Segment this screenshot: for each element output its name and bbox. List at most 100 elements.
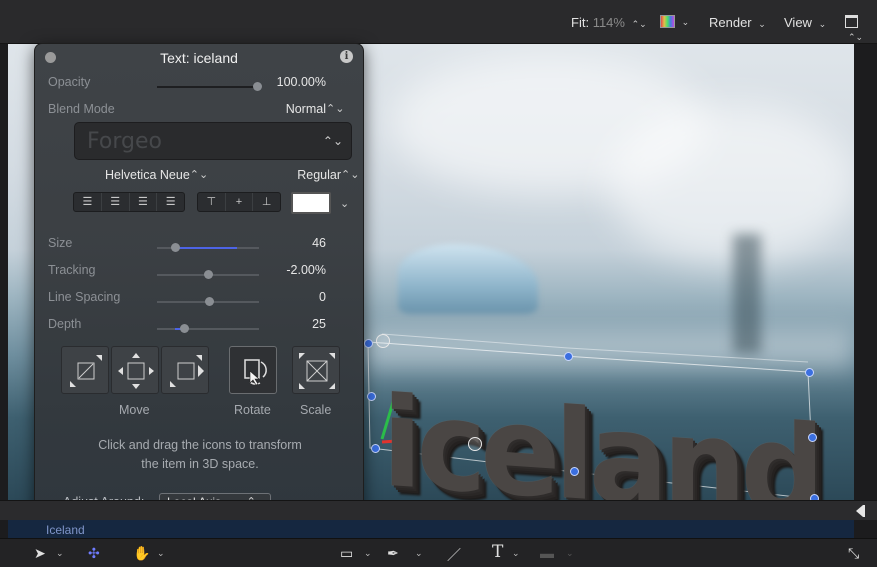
transform-orbit-icon[interactable]: ✣	[88, 545, 100, 562]
rotate-tool[interactable]	[229, 346, 277, 394]
move-z-tool[interactable]	[161, 346, 209, 394]
depth-value[interactable]: 25	[312, 317, 326, 331]
move-z-icon	[170, 355, 204, 387]
color-picker-icon	[660, 15, 675, 29]
background-cloud	[608, 104, 854, 264]
stepper-icon: ⌃⌄	[631, 19, 647, 29]
align-right-icon[interactable]: ☰	[130, 193, 158, 211]
opacity-slider[interactable]	[157, 86, 259, 88]
anchor-point-handle[interactable]	[376, 334, 390, 348]
font-preview-text: Forgeo	[87, 129, 162, 154]
chevron-down-icon: ⌄	[681, 17, 690, 27]
chevron-down-icon: ⌄	[758, 19, 766, 29]
render-menu[interactable]: Render ⌄	[709, 15, 766, 30]
bounding-box-handle[interactable]	[371, 444, 380, 453]
depth-slider-knob[interactable]	[180, 324, 189, 333]
timeline-track[interactable]: Iceland	[8, 520, 854, 538]
opacity-label: Opacity	[48, 75, 91, 89]
rectangle-tool-icon[interactable]: ▭	[340, 545, 353, 562]
arrow-tool-icon[interactable]: ➤	[34, 545, 46, 562]
canvas-toolbar: ➤ ⌄ ✣ ✋ ⌄ ▭ ⌄ ✒ ⌄ ／ T ⌄ ▬ ⌄ ⤡	[0, 538, 877, 567]
font-preset-browser[interactable]: Forgeo ⌃⌄	[74, 122, 352, 160]
chevron-down-icon[interactable]: ⌄	[512, 548, 520, 559]
fit-zoom-control[interactable]: Fit: 114% ⌃⌄	[571, 15, 647, 30]
chevron-down-icon[interactable]: ⌄	[56, 548, 64, 559]
size-slider-fill	[175, 247, 237, 249]
help-text: Click and drag the icons to transform th…	[69, 436, 331, 474]
mask-icon: ▬	[540, 545, 554, 561]
justify-icon[interactable]: ☰	[157, 193, 184, 211]
color-channel-menu[interactable]: ⌄	[660, 13, 690, 29]
pen-tool-icon[interactable]: ✒	[387, 545, 399, 562]
track-label: Iceland	[46, 523, 85, 537]
bounding-box-handle[interactable]	[805, 368, 814, 377]
view-label: View	[784, 15, 812, 30]
rotation-handle[interactable]	[468, 437, 482, 451]
viewer-toolbar: Fit: 114% ⌃⌄ ⌄ Render ⌄ View ⌄ ⌃⌄	[0, 0, 877, 44]
font-style-popup[interactable]: Regular ⌃⌄	[297, 168, 359, 182]
chevron-down-icon[interactable]: ⌄	[415, 548, 423, 559]
window-layout-icon	[845, 15, 858, 29]
size-value[interactable]: 46	[312, 236, 326, 250]
mini-timeline[interactable]	[0, 500, 877, 520]
vertical-alignment-segmented-control[interactable]: ⊤ + ⊥	[197, 192, 281, 212]
line-spacing-label: Line Spacing	[48, 290, 121, 304]
chevron-down-icon[interactable]: ⌄	[340, 197, 349, 210]
chevron-down-icon[interactable]: ⌄	[364, 548, 372, 559]
bounding-box-handle[interactable]	[570, 467, 579, 476]
stepper-icon: ⌃⌄	[326, 103, 345, 115]
depth-slider[interactable]	[157, 328, 259, 330]
font-family-value: Helvetica Neue	[105, 168, 190, 182]
expand-icon[interactable]: ⤡	[848, 545, 859, 562]
align-center-icon[interactable]: ☰	[102, 193, 130, 211]
background-shore	[364, 329, 854, 369]
line-spacing-slider-knob[interactable]	[205, 297, 214, 306]
view-menu[interactable]: View ⌄	[784, 15, 826, 30]
help-text-line: the item in 3D space.	[141, 457, 259, 471]
chevron-down-icon[interactable]: ⌄	[157, 548, 165, 559]
3d-text-object[interactable]: iceland	[382, 369, 819, 500]
info-icon[interactable]: i	[340, 50, 353, 63]
text-tool-icon[interactable]: T	[492, 542, 503, 562]
scale-icon	[299, 353, 335, 389]
background-iceberg	[398, 244, 538, 314]
hud-title: Text: iceland	[160, 50, 238, 66]
opacity-value[interactable]: 100.00%	[277, 75, 326, 89]
align-top-icon[interactable]: ⊤	[198, 193, 226, 211]
align-left-icon[interactable]: ☰	[74, 193, 102, 211]
align-bottom-icon[interactable]: ⊥	[253, 193, 280, 211]
depth-label: Depth	[48, 317, 82, 331]
scale-label: Scale	[300, 403, 332, 417]
background-rock	[733, 234, 761, 354]
layout-menu[interactable]: ⌃⌄	[845, 13, 877, 43]
align-middle-icon[interactable]: +	[226, 193, 254, 211]
move-xy-icon	[70, 355, 102, 387]
text-hud-inspector[interactable]: Text: iceland i Opacity 100.00% Blend Mo…	[34, 43, 364, 527]
blend-mode-label: Blend Mode	[48, 102, 115, 116]
help-text-line: Click and drag the icons to transform	[98, 438, 302, 452]
bounding-box-handle[interactable]	[564, 352, 573, 361]
tracking-slider-knob[interactable]	[204, 270, 213, 279]
bounding-box-handle[interactable]	[367, 392, 376, 401]
line-spacing-value[interactable]: 0	[319, 290, 326, 304]
tracking-value[interactable]: -2.00%	[286, 263, 326, 277]
move-center-tool[interactable]	[111, 346, 159, 394]
fit-label: Fit:	[571, 15, 590, 30]
render-label: Render	[709, 15, 752, 30]
move-label: Move	[119, 403, 150, 417]
stepper-icon: ⌃⌄	[189, 169, 209, 181]
scale-tool[interactable]	[292, 346, 340, 394]
brush-icon[interactable]: ／	[447, 545, 461, 565]
opacity-slider-knob[interactable]	[253, 82, 262, 91]
bounding-box-handle[interactable]	[808, 433, 817, 442]
blend-mode-popup[interactable]: Normal ⌃⌄	[286, 102, 345, 116]
alignment-segmented-control[interactable]: ☰ ☰ ☰ ☰	[73, 192, 185, 212]
hand-icon[interactable]: ✋	[133, 545, 150, 562]
play-range-end-icon[interactable]	[856, 505, 863, 517]
move-xy-tool[interactable]	[61, 346, 109, 394]
size-slider-knob[interactable]	[171, 243, 180, 252]
text-color-well[interactable]	[291, 192, 331, 214]
font-family-popup[interactable]: Helvetica Neue ⌃⌄	[105, 168, 208, 182]
size-label: Size	[48, 236, 73, 250]
bounding-box-handle[interactable]	[364, 339, 373, 348]
